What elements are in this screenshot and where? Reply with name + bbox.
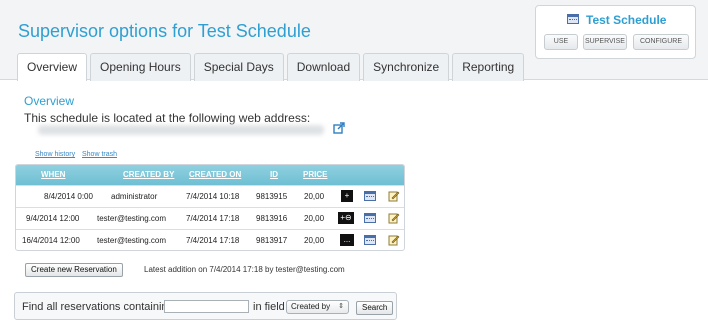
cell-created-by: tester@testing.com [97,236,167,245]
tab-synchronize[interactable]: Synchronize [363,53,450,81]
show-trash-link[interactable]: Show trash [82,151,117,158]
column-header-created-on[interactable]: CREATED ON [189,170,241,179]
column-header-when[interactable]: WHEN [41,170,65,179]
cell-when: 16/4/2014 12:00 [22,236,80,245]
supervise-button[interactable]: SUPERVISE [583,34,627,50]
add-icon[interactable]: + [341,190,353,202]
tab-reporting[interactable]: Reporting [452,53,525,81]
section-title-overview: Overview [24,94,75,108]
field-select[interactable]: Created by ⇕ [286,300,349,314]
column-header-created-by[interactable]: CREATED BY [123,170,174,179]
calendar-icon[interactable] [364,213,376,223]
table-row: 8/4/2014 0:00 administrator 7/4/2014 10:… [16,185,404,207]
tab-opening-hours[interactable]: Opening Hours [90,53,191,81]
address-text: This schedule is located at the followin… [24,111,311,125]
cell-when: 9/4/2014 12:00 [26,214,80,223]
cell-id: 9813917 [256,236,288,245]
external-link-icon[interactable] [333,122,345,134]
page-title: Supervisor options for Test Schedule [18,21,311,41]
edit-icon[interactable] [388,212,400,224]
edit-icon[interactable] [388,190,400,202]
use-button[interactable]: USE [544,34,578,50]
table-header: WHEN CREATED BY CREATED ON ID PRICE [16,165,404,185]
configure-button[interactable]: CONFIGURE [633,34,689,50]
select-arrows-icon: ⇕ [338,303,344,310]
schedule-panel: Test Schedule USE SUPERVISE CONFIGURE [535,5,696,59]
cell-created-on: 7/4/2014 17:18 [186,236,240,245]
cell-created-on: 7/4/2014 10:18 [186,192,240,201]
search-button[interactable]: Search [356,301,394,315]
calendar-icon[interactable] [364,191,376,201]
create-reservation-button[interactable]: Create new Reservation [25,263,123,277]
tab-overview[interactable]: Overview [17,53,88,81]
column-header-price[interactable]: PRICE [303,170,327,179]
calendar-icon [567,14,579,24]
tab-special-days[interactable]: Special Days [193,53,284,81]
cell-when: 8/4/2014 0:00 [44,192,93,201]
move-icon[interactable]: +⊖ [338,212,354,224]
latest-addition-text: Latest addition on 7/4/2014 17:18 by tes… [144,265,345,274]
cell-price: 20,00 [304,236,325,245]
edit-icon[interactable] [388,234,400,246]
tab-bar: Overview Opening Hours Special Days Down… [17,53,527,81]
table-row: 9/4/2014 12:00 tester@testing.com 7/4/20… [16,207,404,229]
cell-id: 9813916 [256,214,288,223]
schedule-name: Test Schedule [586,13,667,27]
reservations-table: WHEN CREATED BY CREATED ON ID PRICE 8/4/… [15,164,405,251]
field-select-value: Created by [291,302,331,311]
calendar-icon[interactable] [364,235,376,245]
search-label: Find all reservations containing [22,301,174,313]
tab-download[interactable]: Download [286,53,361,81]
schedule-url-redacted[interactable] [38,125,324,135]
table-row: 16/4/2014 12:00 tester@testing.com 7/4/2… [16,229,404,250]
search-panel: Find all reservations containing in fiel… [14,292,397,320]
cell-created-by: administrator [111,192,158,201]
cell-id: 9813915 [256,192,288,201]
cell-price: 20,00 [304,214,325,223]
cell-price: 20,00 [304,192,325,201]
column-header-id[interactable]: ID [270,170,278,179]
show-history-link[interactable]: Show history [35,151,75,158]
cell-created-on: 7/4/2014 17:18 [186,214,240,223]
search-input[interactable] [164,300,249,313]
field-label: in field [253,301,285,313]
cell-created-by: tester@testing.com [97,214,167,223]
more-icon[interactable]: ... [340,234,354,246]
